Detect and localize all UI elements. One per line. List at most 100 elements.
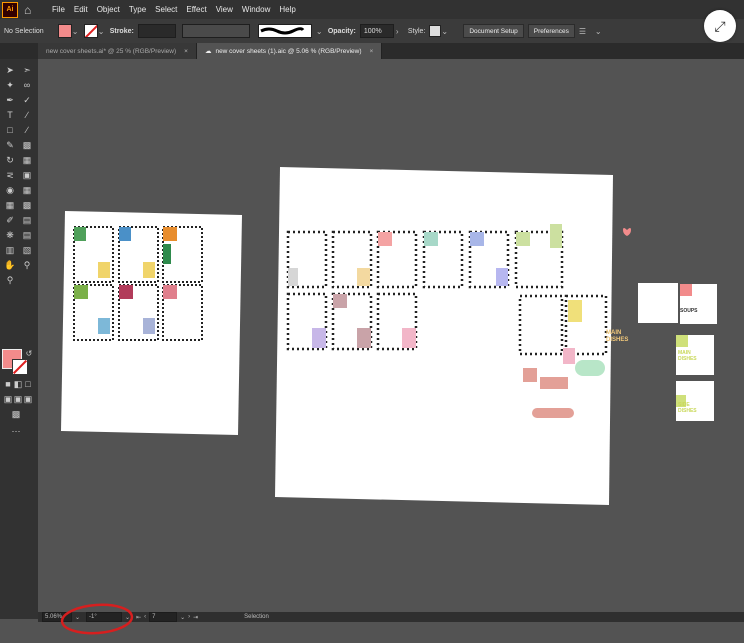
next-artboard-icon[interactable]: ›: [188, 614, 190, 620]
none-mode-icon[interactable]: □: [21, 377, 35, 391]
soups-text: SOUPS: [680, 308, 698, 314]
width-tool-icon[interactable]: ⋜: [3, 168, 17, 182]
paintbrush-tool-icon[interactable]: ∕: [20, 123, 34, 137]
menu-effect[interactable]: Effect: [186, 5, 206, 14]
artboard-main[interactable]: [275, 167, 613, 505]
column-graph-tool-icon[interactable]: ▤: [20, 228, 34, 242]
zoom-tool-icon[interactable]: ⚲: [20, 258, 34, 272]
tab-document-2[interactable]: ☁ new cover sheets (1).aic @ 5.06 % (RGB…: [196, 43, 383, 59]
scale-tool-icon[interactable]: ▦: [20, 153, 34, 167]
heart-icon: [623, 228, 631, 236]
menu-view[interactable]: View: [216, 5, 233, 14]
main-dishes-thumb-text: MAIN DISHES: [678, 350, 697, 362]
rotate-tool-icon[interactable]: ↻: [3, 153, 17, 167]
gradient-tool-icon[interactable]: ▩: [20, 198, 34, 212]
variable-width-profile[interactable]: [181, 24, 250, 38]
style-label: Style:: [407, 27, 426, 35]
right-artboards: [623, 228, 717, 421]
expand-icon[interactable]: ⤢: [704, 10, 736, 42]
perspective-grid-tool-icon[interactable]: ▦: [20, 183, 34, 197]
chevron-down-icon[interactable]: ⌄: [441, 27, 449, 36]
brush-definition[interactable]: [257, 24, 312, 38]
swap-fill-stroke-icon[interactable]: ↺: [22, 347, 36, 361]
stroke-swatch-none[interactable]: [83, 24, 98, 38]
tab-label: new cover sheets (1).aic @ 5.06 % (RGB/P…: [215, 47, 362, 55]
shaper-tool-icon[interactable]: ✎: [3, 138, 17, 152]
fill-swatch[interactable]: [57, 24, 72, 38]
menu-select[interactable]: Select: [155, 5, 177, 14]
free-transform-tool-icon[interactable]: ▣: [20, 168, 34, 182]
tab-document-1[interactable]: new cover sheets.ai* @ 25 % (RGB/Preview…: [38, 43, 197, 59]
hand-tool-icon[interactable]: ✋: [3, 258, 17, 272]
status-bar: 5.06% ⌄ -1° ⌄ ⇤ ‹ 7 ⌄ › ⇥ Selection: [38, 612, 744, 622]
artboard-tool-icon[interactable]: ▥: [3, 243, 17, 257]
close-icon[interactable]: ×: [370, 48, 374, 55]
rotate-view-field[interactable]: -1°: [86, 612, 123, 622]
red-annotation: [60, 603, 134, 635]
pen-tool-icon[interactable]: ✒: [3, 93, 17, 107]
zoom-field[interactable]: 5.06%: [42, 612, 72, 622]
screen-mode-icon[interactable]: ▩: [9, 407, 23, 421]
opacity-label: Opacity:: [327, 27, 356, 35]
chevron-down-icon[interactable]: ⌄: [595, 27, 603, 36]
shape-builder-tool-icon[interactable]: ◉: [3, 183, 17, 197]
eraser-tool-icon[interactable]: ▩: [20, 138, 34, 152]
search-icon[interactable]: ⚲: [3, 273, 17, 287]
stroke-color-box[interactable]: [12, 359, 28, 375]
menu-file[interactable]: File: [52, 5, 65, 14]
align-icon[interactable]: ☰: [579, 27, 591, 36]
tools-panel: ➤ ➣ ✦ ∞ ✒ ✓ T ∕ □ ∕ ✎ ▩ ↻ ▦ ⋜ ▣ ◉ ▦ ▦ ▩ …: [0, 59, 38, 619]
chevron-right-icon[interactable]: ›: [396, 27, 404, 36]
chevron-down-icon[interactable]: ⌄: [125, 614, 130, 621]
chevron-down-icon[interactable]: ⌄: [180, 614, 185, 621]
artboard-left[interactable]: [61, 211, 242, 435]
slice-tool-icon[interactable]: ▧: [20, 243, 34, 257]
symbol-sprayer-tool-icon[interactable]: ❋: [3, 228, 17, 242]
menu-window[interactable]: Window: [242, 5, 270, 14]
type-tool-icon[interactable]: T: [3, 108, 17, 122]
chevron-down-icon[interactable]: ⌄: [98, 27, 106, 36]
blend-tool-icon[interactable]: ▤: [20, 213, 34, 227]
main-dishes-text: MAIN DISHES: [606, 330, 629, 343]
draw-inside-icon[interactable]: ▣: [21, 392, 35, 406]
home-icon[interactable]: ⌂: [24, 3, 38, 17]
direct-selection-tool-icon[interactable]: ➣: [20, 63, 34, 77]
menu-edit[interactable]: Edit: [74, 5, 88, 14]
left-artboard-cards: [73, 226, 203, 341]
menu-object[interactable]: Object: [97, 5, 120, 14]
chevron-down-icon[interactable]: ⌄: [75, 614, 80, 621]
control-bar: No Selection ⌄ ⌄ Stroke: ⌄ Opacity: 100%…: [0, 19, 744, 44]
stroke-weight-field[interactable]: [137, 24, 176, 38]
side-dishes-text: SIDE DISHES: [678, 402, 697, 414]
curvature-tool-icon[interactable]: ✓: [20, 93, 34, 107]
document-tabs: new cover sheets.ai* @ 25 % (RGB/Preview…: [0, 43, 744, 59]
mesh-tool-icon[interactable]: ▦: [3, 198, 17, 212]
tab-label: new cover sheets.ai* @ 25 % (RGB/Preview…: [46, 47, 177, 55]
selection-status: No Selection: [4, 27, 44, 35]
eyedropper-tool-icon[interactable]: ✐: [3, 213, 17, 227]
prev-artboard-icon[interactable]: ‹: [144, 614, 146, 620]
line-tool-icon[interactable]: ∕: [20, 108, 34, 122]
menu-type[interactable]: Type: [129, 5, 146, 14]
first-artboard-icon[interactable]: ⇤: [136, 614, 141, 621]
chevron-down-icon[interactable]: ⌄: [316, 27, 324, 36]
main-artboard-cards: [286, 224, 608, 418]
last-artboard-icon[interactable]: ⇥: [193, 614, 198, 621]
stroke-label: Stroke:: [109, 27, 134, 35]
menu-help[interactable]: Help: [279, 5, 295, 14]
artboard-number-field[interactable]: 7: [149, 612, 178, 622]
graphic-style-swatch[interactable]: [429, 25, 442, 37]
preferences-button[interactable]: Preferences: [527, 24, 575, 38]
lasso-tool-icon[interactable]: ∞: [20, 78, 34, 92]
selection-tool-icon[interactable]: ➤: [3, 63, 17, 77]
document-setup-button[interactable]: Document Setup: [463, 24, 524, 38]
rectangle-tool-icon[interactable]: □: [3, 123, 17, 137]
close-icon[interactable]: ×: [184, 48, 188, 55]
canvas[interactable]: [0, 0, 744, 643]
magic-wand-tool-icon[interactable]: ✦: [3, 78, 17, 92]
chevron-down-icon[interactable]: ⌄: [72, 27, 80, 36]
cloud-icon: ☁: [204, 48, 212, 55]
opacity-field[interactable]: 100%: [359, 24, 394, 38]
more-tools-icon[interactable]: ⋯: [9, 424, 23, 438]
current-tool-label: Selection: [244, 614, 269, 620]
